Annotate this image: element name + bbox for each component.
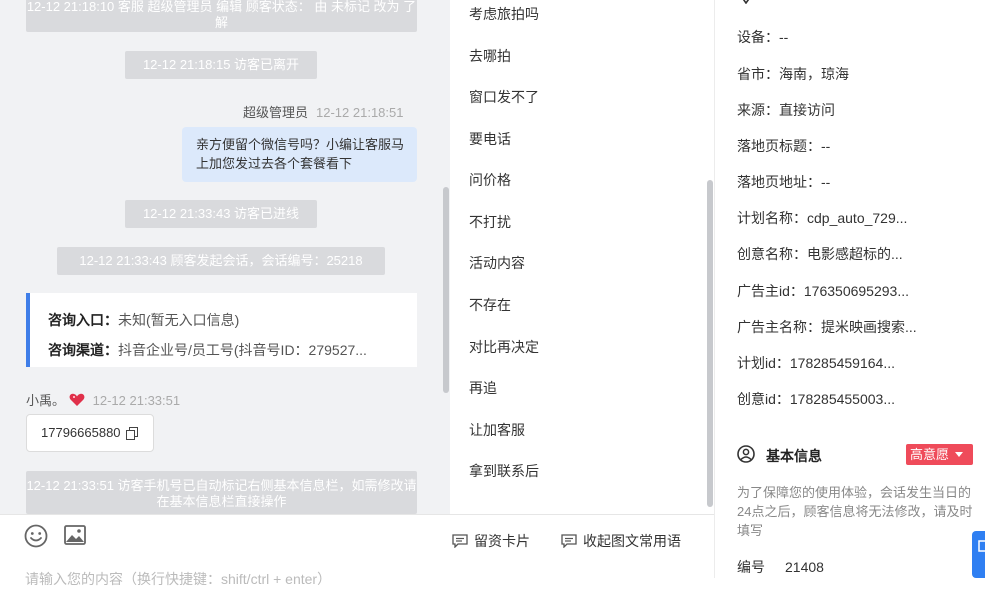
lead-card-button[interactable]: 留资卡片 [452,531,530,551]
lead-card-label: 留资卡片 [474,533,530,549]
agent-name: 超级管理员 [243,105,309,120]
system-message: 12-12 21:18:15 访客已离开 [125,51,317,79]
plan-id-row: 计划id：178285459164... [737,355,895,371]
consult-entry-row: 咨询入口：未知(暂无入口信息) [48,305,417,335]
caret-down-icon [954,452,963,457]
visitor-phone-number: 17796665880 [41,425,121,440]
quick-reply-item[interactable]: 再追 [469,378,497,398]
agent-message-meta: 超级管理员 12-12 21:18:51 [243,102,403,121]
system-message: 12-12 21:33:43 访客已进线 [125,200,317,228]
message-timestamp: 12-12 21:18:51 [316,105,404,120]
quick-reply-list: 考虑旅拍吗 去哪拍 窗口发不了 要电话 问价格 不打扰 活动内容 不存在 对比再… [450,0,714,514]
phrases-icon [561,534,577,549]
basic-info-title: 基本信息 [766,448,822,464]
floating-action-button[interactable] [972,531,985,578]
quick-reply-item[interactable]: 活动内容 [469,253,525,273]
quick-reply-item[interactable]: 考虑旅拍吗 [469,4,539,24]
device-row: 设备：-- [737,29,789,45]
collapse-phrases-button[interactable]: 收起图文常用语 [561,531,681,551]
location-icon [742,0,750,4]
advertiser-name-row: 广告主名称：提米映画搜索... [737,319,917,335]
quick-reply-item[interactable]: 窗口发不了 [469,87,539,107]
system-message: 12-12 21:18:10 客服 超级管理员 编辑 顾客状态： 由 未标记 改… [26,0,417,32]
plan-name-row: 计划名称：cdp_auto_729... [737,210,908,226]
consult-entry-label: 咨询入口： [48,312,118,328]
consult-info-card: 咨询入口：未知(暂无入口信息) 咨询渠道：抖音企业号/员工号(抖音号ID：279… [26,293,417,367]
visitor-message-meta: 小禹。 12-12 21:33:51 [26,390,180,409]
number-value: 21408 [785,559,824,575]
quick-reply-item[interactable]: 去哪拍 [469,46,511,66]
advertiser-id-row: 广告主id：176350695293... [737,283,909,299]
landing-title-row: 落地页标题：-- [737,138,831,154]
consult-channel-label: 咨询渠道： [48,342,118,358]
quick-reply-item[interactable]: 拿到联系后 [469,461,539,481]
quick-reply-scrollbar[interactable] [707,180,713,507]
agent-message-bubble: 亲方便留个微信号吗？小编让客服马上加您发过去各个套餐看下 [182,127,417,182]
intent-tag-dropdown[interactable]: 高意愿 [906,444,973,465]
system-message: 12-12 21:33:43 顾客发起会话，会话编号：25218 [57,247,385,275]
region-row: 省市：海南，琼海 [737,66,849,82]
quick-reply-item[interactable]: 对比再决定 [469,337,539,357]
quick-reply-item[interactable]: 问价格 [469,170,511,190]
copy-icon[interactable] [126,427,138,440]
visitor-info-panel: 设备：-- 省市：海南，琼海 来源：直接访问 落地页标题：-- 落地页地址：--… [714,0,985,578]
quick-reply-item[interactable]: 不存在 [469,295,511,315]
visitor-phone-message[interactable]: 17796665880 [26,414,154,452]
consult-channel-value: 抖音企业号/员工号(抖音号ID：279527... [118,342,367,358]
collapse-phrases-label: 收起图文常用语 [583,533,681,549]
heart-emoji-icon [69,393,85,406]
image-icon[interactable] [64,525,86,545]
quick-reply-item[interactable]: 让加客服 [469,420,525,440]
number-row: 编号 21408 [737,557,824,577]
emoji-icon[interactable] [24,524,48,548]
number-label: 编号 [737,559,765,575]
chat-panel: 12-12 21:18:10 客服 超级管理员 编辑 顾客状态： 由 未标记 改… [0,0,450,514]
message-input-area[interactable]: 留资卡片 收起图文常用语 请输入您的内容（换行快捷键：shift/ctrl + … [0,514,714,587]
source-row: 来源：直接访问 [737,102,835,118]
landing-url-row: 落地页地址：-- [737,174,831,190]
card-icon [452,534,468,549]
chat-scrollbar[interactable] [443,187,449,393]
visitor-name: 小禹。 [26,393,66,408]
basic-info-tip: 为了保障您的使用体验，会话发生当日的24点之后，顾客信息将无法修改，请及时填写 [737,485,973,538]
chat-window-icon [978,540,985,552]
intent-tag-label: 高意愿 [910,447,950,462]
system-message: 12-12 21:33:51 访客手机号已自动标记右侧基本信息栏，如需修改请在基… [26,471,417,514]
user-circle-icon [737,445,755,463]
creative-id-row: 创意id：178285455003... [737,391,895,407]
message-input-placeholder[interactable]: 请输入您的内容（换行快捷键：shift/ctrl + enter） [25,569,331,589]
quick-reply-item[interactable]: 要电话 [469,129,511,149]
consult-channel-row: 咨询渠道：抖音企业号/员工号(抖音号ID：279527... [48,335,417,365]
message-timestamp: 12-12 21:33:51 [92,393,181,408]
creative-name-row: 创意名称：电影感超标的... [737,246,903,262]
consult-entry-value: 未知(暂无入口信息) [118,312,240,328]
quick-reply-item[interactable]: 不打扰 [469,212,511,232]
